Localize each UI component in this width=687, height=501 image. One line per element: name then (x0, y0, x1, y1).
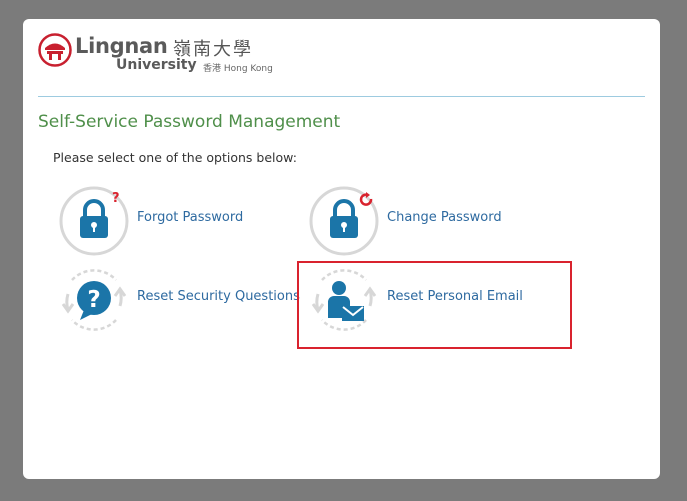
dialog-card: Lingnan 嶺南大學 University 香港 Hong Kong Sel… (23, 19, 660, 479)
svg-text:?: ? (112, 191, 120, 206)
logo-hong-kong: 香港 Hong Kong (203, 64, 273, 74)
reset-security-questions-link[interactable]: Reset Security Questions (137, 289, 300, 304)
reset-security-questions-option[interactable]: ? Reset Security Questions (58, 264, 300, 336)
logo-name-en: Lingnan (75, 34, 168, 58)
page-title: Self-Service Password Management (38, 112, 341, 132)
lingnan-emblem-icon (38, 33, 72, 67)
lock-question-icon: ? (59, 186, 129, 256)
lock-refresh-icon (309, 186, 379, 256)
question-bubble-icon: ? (61, 269, 127, 331)
forgot-password-link[interactable]: Forgot Password (137, 210, 243, 225)
instruction-text: Please select one of the options below: (53, 150, 297, 165)
lingnan-logo: Lingnan 嶺南大學 University 香港 Hong Kong (38, 33, 278, 75)
change-password-option[interactable]: Change Password (308, 185, 508, 257)
change-password-link[interactable]: Change Password (387, 210, 502, 225)
header-divider (38, 96, 645, 97)
selection-highlight-box (297, 261, 572, 349)
forgot-password-option[interactable]: ? Forgot Password (58, 185, 248, 257)
logo-university: University (116, 57, 197, 73)
svg-text:?: ? (87, 287, 100, 313)
